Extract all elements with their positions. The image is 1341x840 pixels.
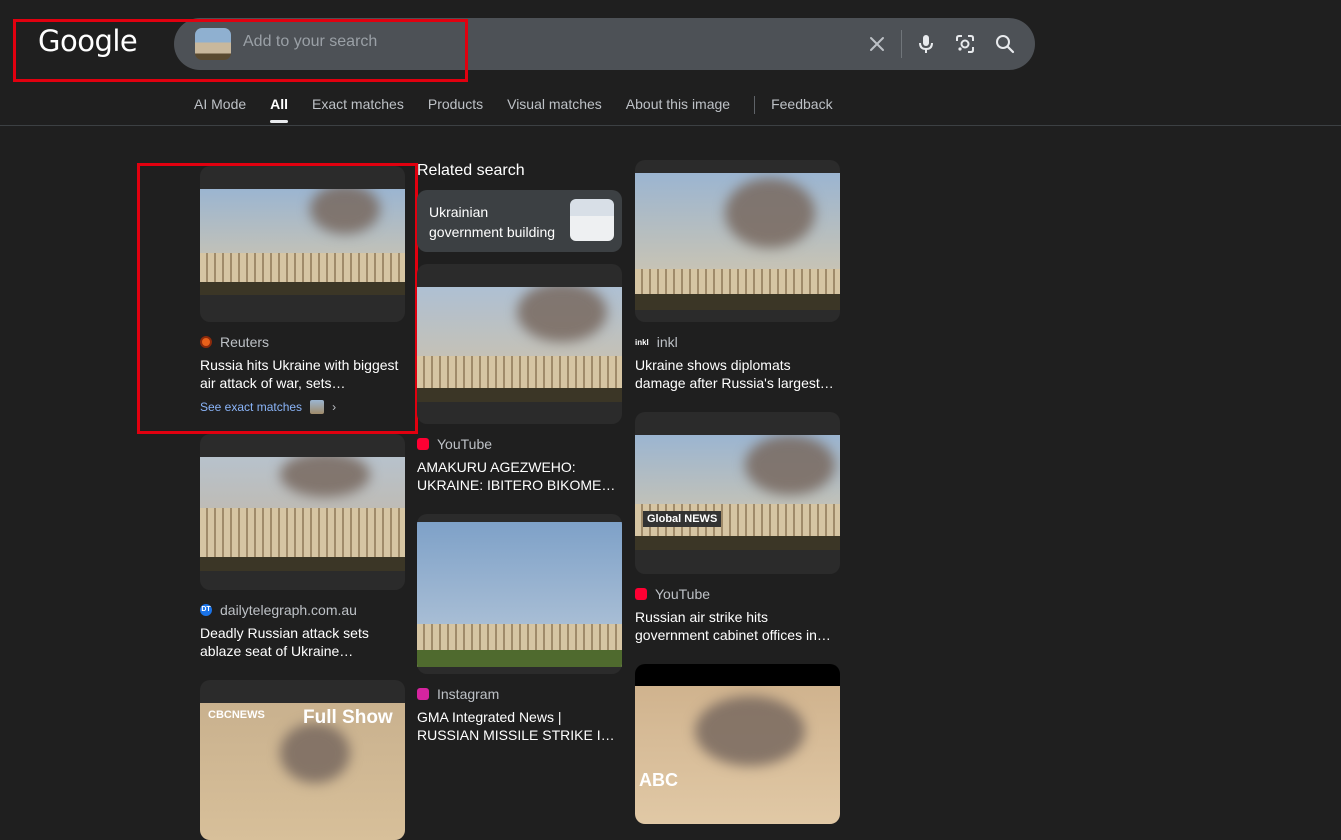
tab-products[interactable]: Products [428, 96, 483, 124]
full-show-label: Full Show [303, 707, 393, 728]
reuters-icon [200, 336, 212, 348]
mic-icon[interactable] [914, 32, 938, 56]
thumbnail-icon [310, 400, 325, 414]
tab-divider [754, 96, 756, 114]
result-title[interactable]: Deadly Russian attack sets ablaze seat o… [200, 624, 405, 660]
search-tabs: AI Mode All Exact matches Products Visua… [194, 96, 857, 124]
result-image[interactable]: Global NEWS [635, 435, 840, 550]
result-card[interactable] [635, 160, 840, 322]
result-meta: Instagram GMA Integrated News | RUSSIAN … [417, 686, 622, 744]
result-card[interactable] [200, 166, 405, 322]
source-name: inkl [656, 334, 678, 350]
header: Google AI Mode All Exact matches Product… [0, 0, 1341, 126]
see-exact-label: See exact matches [200, 400, 303, 414]
source-name: Instagram [437, 686, 500, 702]
result-card[interactable] [417, 514, 622, 674]
result-image[interactable] [635, 173, 840, 310]
result-image[interactable]: CBCNEWS Full Show [200, 703, 405, 840]
youtube-icon [417, 438, 429, 450]
result-source[interactable]: YouTube [635, 586, 840, 602]
tab-exact-matches[interactable]: Exact matches [312, 96, 404, 124]
result-card[interactable]: Global NEWS [635, 412, 840, 574]
clear-icon[interactable] [865, 32, 889, 56]
search-image-thumbnail[interactable] [195, 28, 231, 60]
result-image[interactable] [417, 287, 622, 402]
result-image[interactable] [200, 457, 405, 571]
result-source[interactable]: inkl inkl [635, 334, 840, 350]
result-source[interactable]: Reuters [200, 334, 405, 350]
source-name: YouTube [655, 586, 711, 602]
result-card[interactable] [417, 264, 622, 424]
tab-feedback[interactable]: Feedback [771, 96, 832, 124]
result-title[interactable]: Russian air strike hits government cabin… [635, 608, 840, 644]
result-card[interactable] [200, 434, 405, 590]
result-card[interactable]: ABC [635, 664, 840, 824]
result-title[interactable]: GMA Integrated News | RUSSIAN MISSILE ST… [417, 708, 622, 744]
result-source[interactable]: Instagram [417, 686, 622, 702]
result-source[interactable]: YouTube [417, 436, 622, 452]
abc-logo: ABC [639, 770, 678, 790]
cbc-news-logo: CBCNEWS [208, 709, 265, 721]
result-meta: inkl inkl Ukraine shows diplomats damage… [635, 334, 840, 392]
related-search-label: Ukrainian government building [429, 204, 556, 240]
result-title[interactable]: AMAKURU AGEZWEHO: UKRAINE: IBITERO BIKOM… [417, 458, 622, 494]
result-card[interactable]: CBCNEWS Full Show [200, 680, 405, 840]
result-title[interactable]: Russia hits Ukraine with biggest air att… [200, 356, 405, 392]
dailytelegraph-icon: DT [200, 604, 212, 616]
result-meta: DT dailytelegraph.com.au Deadly Russian … [200, 602, 405, 660]
search-input[interactable] [243, 33, 743, 51]
results-column-3: inkl inkl Ukraine shows diplomats damage… [635, 160, 840, 824]
result-title[interactable]: Ukraine shows diplomats damage after Rus… [635, 356, 840, 392]
instagram-icon [417, 688, 429, 700]
result-image[interactable] [417, 522, 622, 667]
youtube-icon [635, 588, 647, 600]
lens-icon[interactable] [953, 32, 977, 56]
google-logo[interactable]: Google [38, 24, 138, 58]
chevron-right-icon: › [332, 400, 337, 414]
source-name: Reuters [220, 334, 270, 350]
related-search-heading: Related search [417, 162, 525, 179]
results-column-2: Related search Ukrainian government buil… [417, 162, 622, 744]
global-news-logo: Global NEWS [643, 511, 722, 527]
see-exact-matches-link[interactable]: See exact matches › [200, 400, 405, 414]
tab-visual-matches[interactable]: Visual matches [507, 96, 602, 124]
tab-ai-mode[interactable]: AI Mode [194, 96, 246, 124]
search-divider [901, 30, 902, 58]
result-meta: Reuters Russia hits Ukraine with biggest… [200, 334, 405, 414]
tab-all[interactable]: All [270, 96, 288, 124]
result-image[interactable] [200, 189, 405, 295]
related-search-chip[interactable]: Ukrainian government building [417, 190, 622, 252]
source-name: YouTube [437, 436, 493, 452]
related-search-image [570, 199, 614, 241]
tab-about-this-image[interactable]: About this image [626, 96, 730, 124]
results-column-1: Reuters Russia hits Ukraine with biggest… [200, 166, 405, 840]
result-meta: YouTube Russian air strike hits governme… [635, 586, 840, 644]
result-image[interactable]: ABC [635, 686, 840, 824]
search-icon[interactable] [993, 32, 1017, 56]
search-bar[interactable] [174, 18, 1035, 70]
result-source[interactable]: DT dailytelegraph.com.au [200, 602, 405, 618]
source-name: dailytelegraph.com.au [220, 602, 357, 618]
inkl-icon: inkl [635, 337, 649, 347]
result-meta: YouTube AMAKURU AGEZWEHO: UKRAINE: IBITE… [417, 436, 622, 494]
